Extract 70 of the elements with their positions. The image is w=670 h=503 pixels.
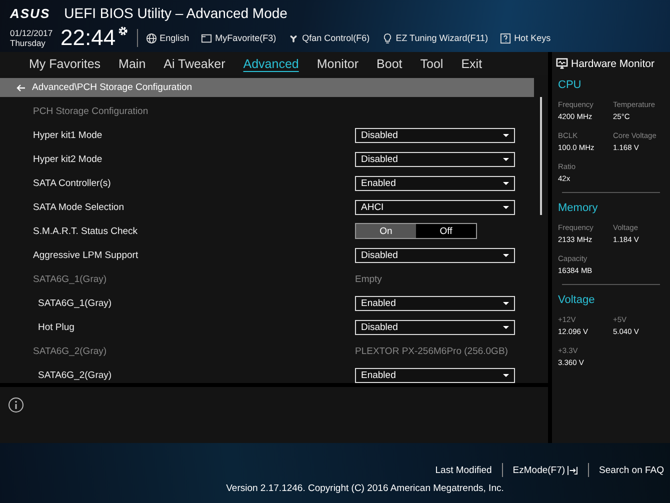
globe-icon [146, 32, 157, 44]
menu-tab[interactable]: Ai Tweaker [164, 54, 226, 72]
toolbar-button[interactable]: EZ Tuning Wizard(F11) [382, 32, 488, 44]
port-status: Empty [355, 274, 382, 284]
toolbar-button[interactable]: MyFavorite(F3) [201, 32, 276, 44]
brand-logo: ASUS [10, 6, 50, 20]
port-status: PLEXTOR PX-256M6Pro (256.0GB) [355, 346, 508, 356]
caret-icon [503, 374, 509, 376]
exit-icon [567, 466, 578, 474]
setting-label: S.M.A.R.T. Status Check [33, 226, 139, 236]
dropdown-field[interactable]: Enabled [355, 296, 515, 310]
port-label: SATA6G_1(Gray) [33, 274, 108, 284]
clock-time: 22:44 [60, 25, 116, 51]
version-text: Version 2.17.1246. Copyright (C) 2016 American Megatrends, Inc. [226, 483, 504, 494]
menu-tab[interactable]: Exit [461, 54, 482, 72]
setting-label: SATA Mode Selection [33, 202, 126, 212]
day-text: Thursday [10, 38, 46, 48]
caret-icon [503, 254, 509, 256]
setting-label: Hyper kit2 Mode [33, 154, 104, 164]
monitor-icon [556, 58, 568, 69]
scrollbar[interactable] [540, 97, 542, 215]
lightbulb-icon [382, 32, 393, 44]
dropdown-field[interactable]: Enabled [355, 368, 515, 382]
menu-tab[interactable]: Main [118, 54, 146, 72]
window-title: UEFI BIOS Utility – Advanced Mode [64, 5, 288, 21]
on-off-switch[interactable]: On Off [355, 223, 477, 239]
setting-label: SATA6G_1(Gray) [38, 298, 113, 308]
dropdown-field[interactable]: Disabled [355, 128, 515, 142]
setting-label: Hyper kit1 Mode [33, 130, 104, 140]
breadcrumb-path: Advanced\PCH Storage Configuration [32, 82, 192, 93]
section-title: CPU [558, 79, 582, 91]
menu-tab[interactable]: My Favorites [29, 54, 101, 72]
caret-icon [503, 182, 509, 184]
dropdown-field[interactable]: AHCI [355, 200, 515, 214]
footer-link[interactable]: Search on FAQ [599, 464, 664, 476]
menu-tab[interactable]: Boot [376, 54, 402, 72]
toolbar-button[interactable]: Hot Keys [500, 32, 551, 44]
caret-icon [503, 158, 509, 160]
footer-link[interactable]: EzMode(F7) [512, 464, 578, 476]
setting-label: SATA6G_2(Gray) [38, 370, 113, 380]
toolbar-button[interactable]: Qfan Control(F6) [288, 32, 370, 44]
section-title: Voltage [558, 294, 596, 306]
setting-label: SATA Controller(s) [33, 178, 112, 188]
panel-title: Hardware Monitor [571, 58, 654, 70]
dropdown-field[interactable]: Disabled [355, 152, 515, 166]
date-text: 01/12/2017 [10, 28, 53, 38]
menu-tab[interactable]: Advanced [243, 54, 299, 72]
setting-label: Hot Plug [38, 322, 76, 332]
breadcrumb-bar[interactable]: Advanced\PCH Storage Configuration [0, 78, 534, 97]
port-label: SATA6G_2(Gray) [33, 346, 108, 356]
toolbar-button[interactable]: English [146, 32, 190, 44]
menu-tab[interactable]: Monitor [316, 54, 359, 72]
section-title: Memory [558, 202, 599, 214]
switch-option[interactable]: On [356, 224, 416, 238]
caret-icon [503, 326, 509, 328]
switch-option[interactable]: Off [416, 224, 476, 238]
dropdown-field[interactable]: Disabled [355, 320, 515, 334]
info-icon [8, 397, 24, 413]
caret-icon [503, 134, 509, 136]
caret-icon [503, 302, 509, 304]
help-icon [500, 32, 512, 44]
dropdown-field[interactable]: Enabled [355, 176, 515, 190]
footer-link[interactable]: Last Modified [435, 464, 492, 476]
setting-label: Aggressive LPM Support [33, 250, 140, 260]
menu-tab[interactable]: Tool [420, 54, 444, 72]
back-arrow-icon[interactable] [16, 84, 26, 92]
dropdown-field[interactable]: Disabled [355, 248, 515, 262]
caret-icon [503, 206, 509, 208]
section-heading: PCH Storage Configuration [33, 106, 150, 116]
settings-icon[interactable] [116, 25, 129, 37]
